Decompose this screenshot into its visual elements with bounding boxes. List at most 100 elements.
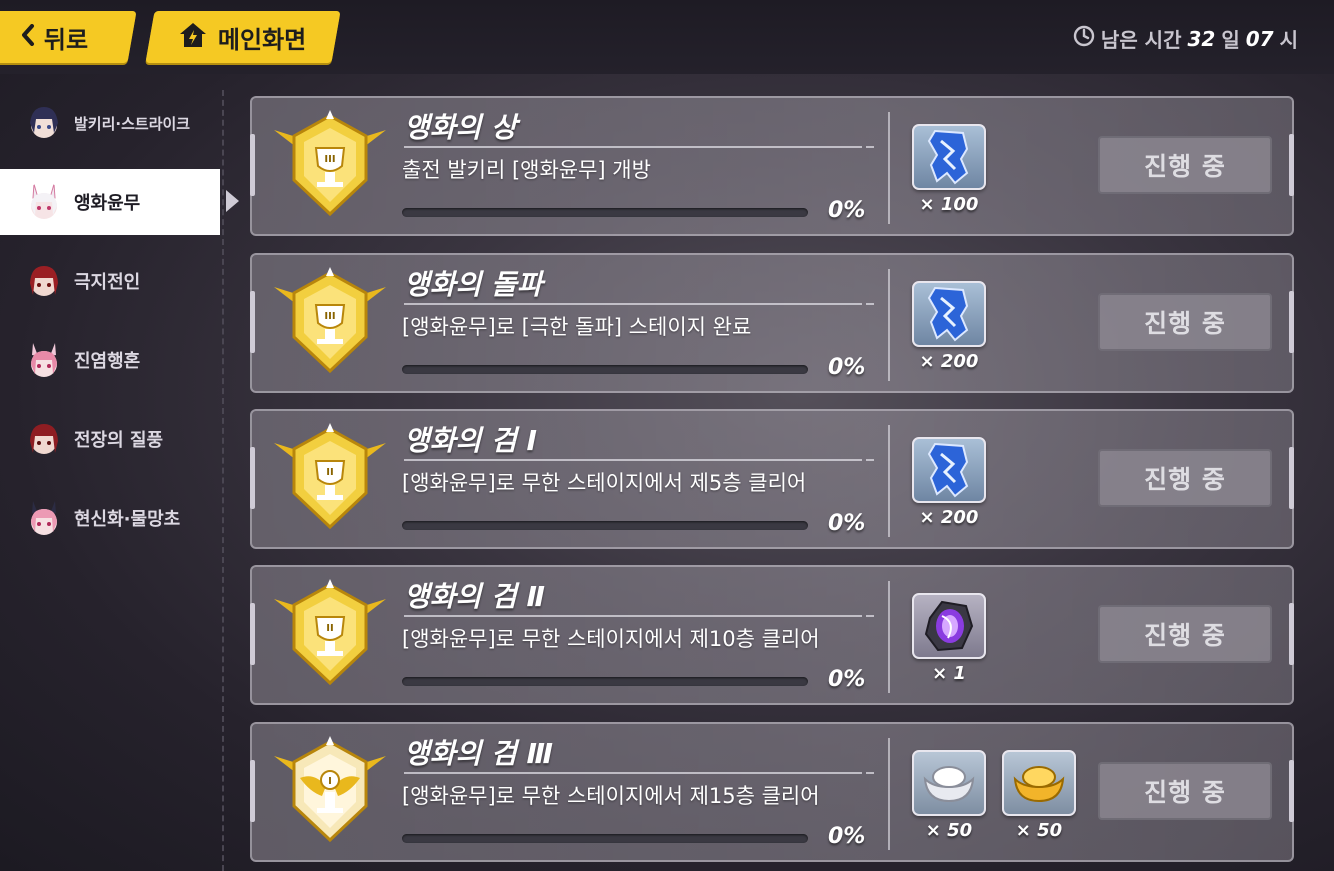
winged-medal-icon: I <box>270 736 390 848</box>
trophy-medal-icon: II <box>270 423 390 535</box>
reward-item[interactable]: × 200 <box>912 437 986 528</box>
progress-bar <box>402 834 808 843</box>
reward-item[interactable]: × 200 <box>912 281 986 372</box>
title-underline <box>404 146 874 148</box>
row-edge-right <box>1289 134 1294 196</box>
mission-description: 출전 발키리 [앵화윤무] 개방 <box>402 158 651 182</box>
crystal-shard-icon <box>912 281 986 347</box>
progress-bar <box>402 677 808 686</box>
row-edge-left <box>250 291 255 353</box>
active-indicator-arrow <box>226 190 239 212</box>
sidebar-item-label: 전장의 질풍 <box>74 430 164 451</box>
timer-hours: 07 <box>1245 26 1274 51</box>
trophy-medal-icon: III <box>270 267 390 379</box>
sidebar-divider <box>222 90 224 871</box>
crystal-shard-icon <box>912 437 986 503</box>
mission-title: 앵화의 상 <box>404 111 517 144</box>
mission-row: III 앵화의 돌파 [앵화윤무]로 [극한 돌파] 스테이지 완료 0% × … <box>250 253 1294 393</box>
medal-rank: I <box>328 776 332 787</box>
medal-rank: III <box>324 154 335 165</box>
sidebar-item-label: 앵화윤무 <box>74 193 141 214</box>
medal-rank: II <box>326 623 333 634</box>
reward-item[interactable]: × 50 <box>912 750 986 841</box>
mission-description: [앵화윤무]로 무한 스테이지에서 제5층 클리어 <box>402 471 807 495</box>
silver-ingot-icon <box>912 750 986 816</box>
sidebar-item-label: 현신화·물망초 <box>74 509 181 530</box>
status-in-progress-button[interactable]: 진행 중 <box>1098 762 1272 820</box>
timer-days: 32 <box>1187 26 1216 51</box>
title-underline <box>404 459 874 461</box>
row-edge-left <box>250 603 255 665</box>
progress-bar <box>402 365 808 374</box>
reward-quantity: × 1 <box>932 663 966 684</box>
progress-percent: 0% <box>828 824 866 849</box>
sidebar-item-label: 발키리·스트라이크 <box>74 114 191 133</box>
reward-quantity: × 200 <box>919 351 979 372</box>
timer-days-unit: 일 <box>1221 28 1240 52</box>
progress-percent: 0% <box>828 511 866 536</box>
status-in-progress-button[interactable]: 진행 중 <box>1098 293 1272 351</box>
status-in-progress-button[interactable]: 진행 중 <box>1098 605 1272 663</box>
mission-row: II 앵화의 검 Ⅰ [앵화윤무]로 무한 스테이지에서 제5층 클리어 0% … <box>250 409 1294 549</box>
sidebar: 발키리·스트라이크 앵화윤무 극지전인 진염행혼 전장의 질풍 현신화·물망초 <box>0 90 239 871</box>
avatar <box>24 498 64 538</box>
medal-rank: II <box>326 467 333 478</box>
reward-item[interactable]: × 50 <box>1002 750 1076 841</box>
avatar <box>24 340 64 380</box>
reward-item[interactable]: × 100 <box>912 124 986 215</box>
avatar <box>24 419 64 459</box>
status-in-progress-button[interactable]: 진행 중 <box>1098 449 1272 507</box>
title-underline <box>404 772 874 774</box>
reward-quantity: × 200 <box>919 507 979 528</box>
reward-separator <box>888 425 890 537</box>
mission-row: I 앵화의 검 Ⅲ [앵화윤무]로 무한 스테이지에서 제15층 클리어 0% … <box>250 722 1294 862</box>
row-edge-right <box>1289 760 1294 822</box>
mission-title: 앵화의 돌파 <box>404 268 543 301</box>
mission-row: II 앵화의 검 Ⅱ [앵화윤무]로 무한 스테이지에서 제10층 클리어 0%… <box>250 565 1294 705</box>
row-edge-left <box>250 447 255 509</box>
sidebar-item-flame-soul[interactable]: 진염행혼 <box>0 327 220 393</box>
sidebar-item-label: 진염행혼 <box>74 351 141 372</box>
reward-separator <box>888 738 890 850</box>
remaining-time: 남은 시간 32 일 07 시 <box>1073 24 1298 53</box>
sidebar-item-sakura-dance[interactable]: 앵화윤무 <box>0 169 220 235</box>
row-edge-right <box>1289 291 1294 353</box>
avatar <box>24 182 64 222</box>
crystal-shard-icon <box>912 124 986 190</box>
sidebar-item-valkyrie-strike[interactable]: 발키리·스트라이크 <box>0 90 220 156</box>
sidebar-item-polar-warrior[interactable]: 극지전인 <box>0 248 220 314</box>
sidebar-item-forget-me-not[interactable]: 현신화·물망초 <box>0 485 220 551</box>
reward-separator <box>888 269 890 381</box>
home-icon <box>178 21 208 53</box>
title-underline <box>404 303 874 305</box>
home-button[interactable]: 메인화면 <box>145 11 341 63</box>
progress-bar <box>402 208 808 217</box>
progress-percent: 0% <box>828 355 866 380</box>
mission-description: [앵화윤무]로 [극한 돌파] 스테이지 완료 <box>402 315 752 339</box>
progress-percent: 0% <box>828 667 866 692</box>
back-button[interactable]: 뒤로 <box>0 11 137 63</box>
reward-separator <box>888 112 890 224</box>
mission-description: [앵화윤무]로 무한 스테이지에서 제15층 클리어 <box>402 784 820 808</box>
sidebar-item-battlefield-gale[interactable]: 전장의 질풍 <box>0 406 220 472</box>
mission-description: [앵화윤무]로 무한 스테이지에서 제10층 클리어 <box>402 627 820 651</box>
row-edge-right <box>1289 603 1294 665</box>
row-edge-right <box>1289 447 1294 509</box>
title-underline <box>404 615 874 617</box>
timer-prefix: 남은 시간 <box>1100 28 1182 52</box>
mission-title: 앵화의 검 Ⅱ <box>404 580 545 613</box>
trophy-medal-icon: III <box>270 110 390 222</box>
avatar <box>24 261 64 301</box>
mission-title: 앵화의 검 Ⅲ <box>404 737 554 770</box>
chevron-left-icon <box>20 24 36 50</box>
mission-row: III 앵화의 상 출전 발키리 [앵화윤무] 개방 0% × 100 진행 중 <box>250 96 1294 236</box>
sidebar-item-label: 극지전인 <box>74 272 141 293</box>
reward-quantity: × 50 <box>1015 820 1063 841</box>
trophy-medal-icon: II <box>270 579 390 691</box>
status-in-progress-button[interactable]: 진행 중 <box>1098 136 1272 194</box>
back-button-label: 뒤로 <box>44 25 89 54</box>
avatar <box>24 103 64 143</box>
reward-item[interactable]: × 1 <box>912 593 986 684</box>
purple-core-icon <box>912 593 986 659</box>
reward-separator <box>888 581 890 693</box>
